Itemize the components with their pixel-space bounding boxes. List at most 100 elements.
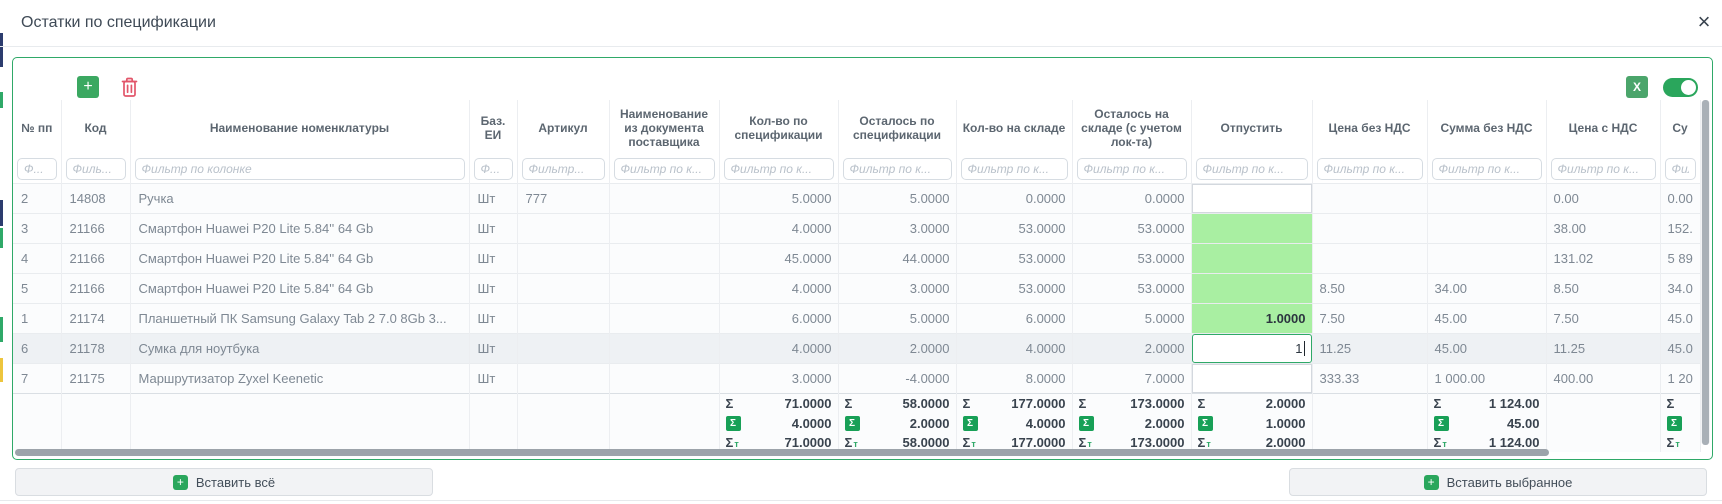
cell-price-net: 333.33 [1312, 363, 1427, 393]
filter-input[interactable] [17, 158, 57, 180]
cell-rem-stock: 0.0000 [1072, 183, 1191, 213]
sigma-total-icon: Σт [963, 436, 976, 449]
col-qty-spec[interactable]: Кол-во по спецификации [719, 100, 838, 156]
cell-unit: Шт [469, 183, 517, 213]
excel-icon: X [1633, 80, 1641, 94]
cell-price-net: 7.50 [1312, 303, 1427, 333]
col-sum-gross[interactable]: Су [1660, 100, 1700, 156]
release-cell[interactable] [1192, 274, 1312, 303]
horizontal-scrollbar-thumb[interactable] [15, 449, 1549, 456]
filter-input[interactable] [474, 158, 513, 180]
spec-table: № пп Код Наименование номенклатуры Баз. … [13, 100, 1700, 452]
cell-qty-spec: 5.0000 [719, 183, 838, 213]
sigma-selected-icon: Σ [726, 416, 741, 431]
cell-price-net [1312, 213, 1427, 243]
filter-input[interactable] [135, 158, 465, 180]
cell-num: 5 [13, 273, 61, 303]
filter-input[interactable] [1432, 158, 1542, 180]
filter-input[interactable] [1665, 158, 1696, 180]
release-cell[interactable] [1192, 364, 1312, 393]
cell-qty-spec: 4.0000 [719, 213, 838, 243]
add-row-button[interactable]: + [77, 76, 99, 98]
release-cell[interactable] [1192, 244, 1312, 273]
col-sum-net[interactable]: Сумма без НДС [1427, 100, 1546, 156]
cell-docname [609, 363, 719, 393]
sigma-selected-icon: Σ [1667, 416, 1682, 431]
cell-qty-spec: 6.0000 [719, 303, 838, 333]
sigma-total-icon: Σт [1079, 436, 1092, 449]
cell-qty-stock: 8.0000 [956, 363, 1072, 393]
horizontal-scrollbar [15, 449, 1699, 457]
cell-name: Смартфон Huawei P20 Lite 5.84'' 64 Gb [130, 243, 469, 273]
col-name[interactable]: Наименование номенклатуры [130, 100, 469, 156]
cell-rem-stock: 5.0000 [1072, 303, 1191, 333]
cell-qty-stock: 53.0000 [956, 243, 1072, 273]
col-rem-stock[interactable]: Осталось на складе (с учетом лок-та) [1072, 100, 1191, 156]
cell-price-gross: 7.50 [1546, 303, 1660, 333]
filter-input[interactable] [961, 158, 1068, 180]
sigma-sum-icon: Σ [1079, 397, 1087, 410]
toggle-switch[interactable] [1663, 78, 1698, 97]
col-code[interactable]: Код [61, 100, 130, 156]
table-row[interactable]: 4 21166 Смартфон Huawei P20 Lite 5.84'' … [13, 243, 1700, 273]
filter-input[interactable] [1077, 158, 1187, 180]
cell-qty-spec: 4.0000 [719, 333, 838, 363]
filter-input[interactable] [1317, 158, 1423, 180]
trash-icon [121, 77, 138, 98]
background-artifact [0, 228, 3, 248]
table-row[interactable]: 7 21175 Маршрутизатор Zyxel Keenetic Шт … [13, 363, 1700, 393]
table-row[interactable]: 5 21166 Смартфон Huawei P20 Lite 5.84'' … [13, 273, 1700, 303]
table-row[interactable]: 1 21174 Планшетный ПК Samsung Galaxy Tab… [13, 303, 1700, 333]
col-unit[interactable]: Баз. ЕИ [469, 100, 517, 156]
cell-sum-net [1427, 183, 1546, 213]
cell-name: Ручка [130, 183, 469, 213]
cell-code: 21166 [61, 213, 130, 243]
col-release[interactable]: Отпустить [1191, 100, 1312, 156]
release-cell[interactable]: 1.0000 [1192, 304, 1312, 333]
insert-selected-button[interactable]: + Вставить выбранное [1289, 468, 1707, 496]
vertical-scrollbar-thumb[interactable] [1702, 100, 1709, 445]
excel-export-button[interactable]: X [1626, 76, 1648, 98]
col-article[interactable]: Артикул [517, 100, 609, 156]
cell-rem-spec: 2.0000 [838, 333, 956, 363]
cell-docname [609, 333, 719, 363]
release-cell-editing[interactable]: 1 [1192, 334, 1312, 363]
cell-rem-stock: 7.0000 [1072, 363, 1191, 393]
cell-name: Маршрутизатор Zyxel Keenetic [130, 363, 469, 393]
col-num[interactable]: № пп [13, 100, 61, 156]
sigma-sum-icon: Σ [1198, 397, 1206, 410]
release-cell[interactable] [1192, 184, 1312, 213]
insert-all-button[interactable]: + Вставить всё [15, 468, 433, 496]
col-rem-spec[interactable]: Осталось по спецификации [838, 100, 956, 156]
table-row[interactable]: 3 21166 Смартфон Huawei P20 Lite 5.84'' … [13, 213, 1700, 243]
cell-qty-stock: 6.0000 [956, 303, 1072, 333]
filter-input[interactable] [1196, 158, 1308, 180]
cell-num: 4 [13, 243, 61, 273]
filter-input[interactable] [1551, 158, 1656, 180]
col-price-gross[interactable]: Цена с НДС [1546, 100, 1660, 156]
cell-rem-spec: 3.0000 [838, 273, 956, 303]
filter-input[interactable] [614, 158, 715, 180]
cell-price-net: 8.50 [1312, 273, 1427, 303]
close-icon[interactable]: × [1692, 10, 1716, 34]
header-divider [0, 46, 1722, 47]
col-qty-stock[interactable]: Кол-во на складе [956, 100, 1072, 156]
filter-input[interactable] [522, 158, 605, 180]
col-price-net[interactable]: Цена без НДС [1312, 100, 1427, 156]
filter-input[interactable] [66, 158, 126, 180]
vertical-scrollbar [1701, 100, 1710, 445]
delete-row-button[interactable] [121, 77, 138, 98]
release-cell[interactable] [1192, 214, 1312, 243]
filter-input[interactable] [843, 158, 952, 180]
sigma-total-icon: Σт [1667, 436, 1680, 449]
footer-divider [0, 500, 1722, 501]
filter-input[interactable] [724, 158, 834, 180]
table-row-active[interactable]: 6 21178 Сумка для ноутбука Шт 4.0000 2.0… [13, 333, 1700, 363]
cell-rem-stock: 53.0000 [1072, 243, 1191, 273]
cell-price-gross: 0.00 [1546, 183, 1660, 213]
table-row[interactable]: 2 14808 Ручка Шт 777 5.0000 5.0000 0.000… [13, 183, 1700, 213]
sigma-sum-icon: Σ [845, 397, 853, 410]
cell-unit: Шт [469, 303, 517, 333]
col-docname[interactable]: Наименование из документа поставщика [609, 100, 719, 156]
release-value: 1 [1295, 341, 1302, 356]
